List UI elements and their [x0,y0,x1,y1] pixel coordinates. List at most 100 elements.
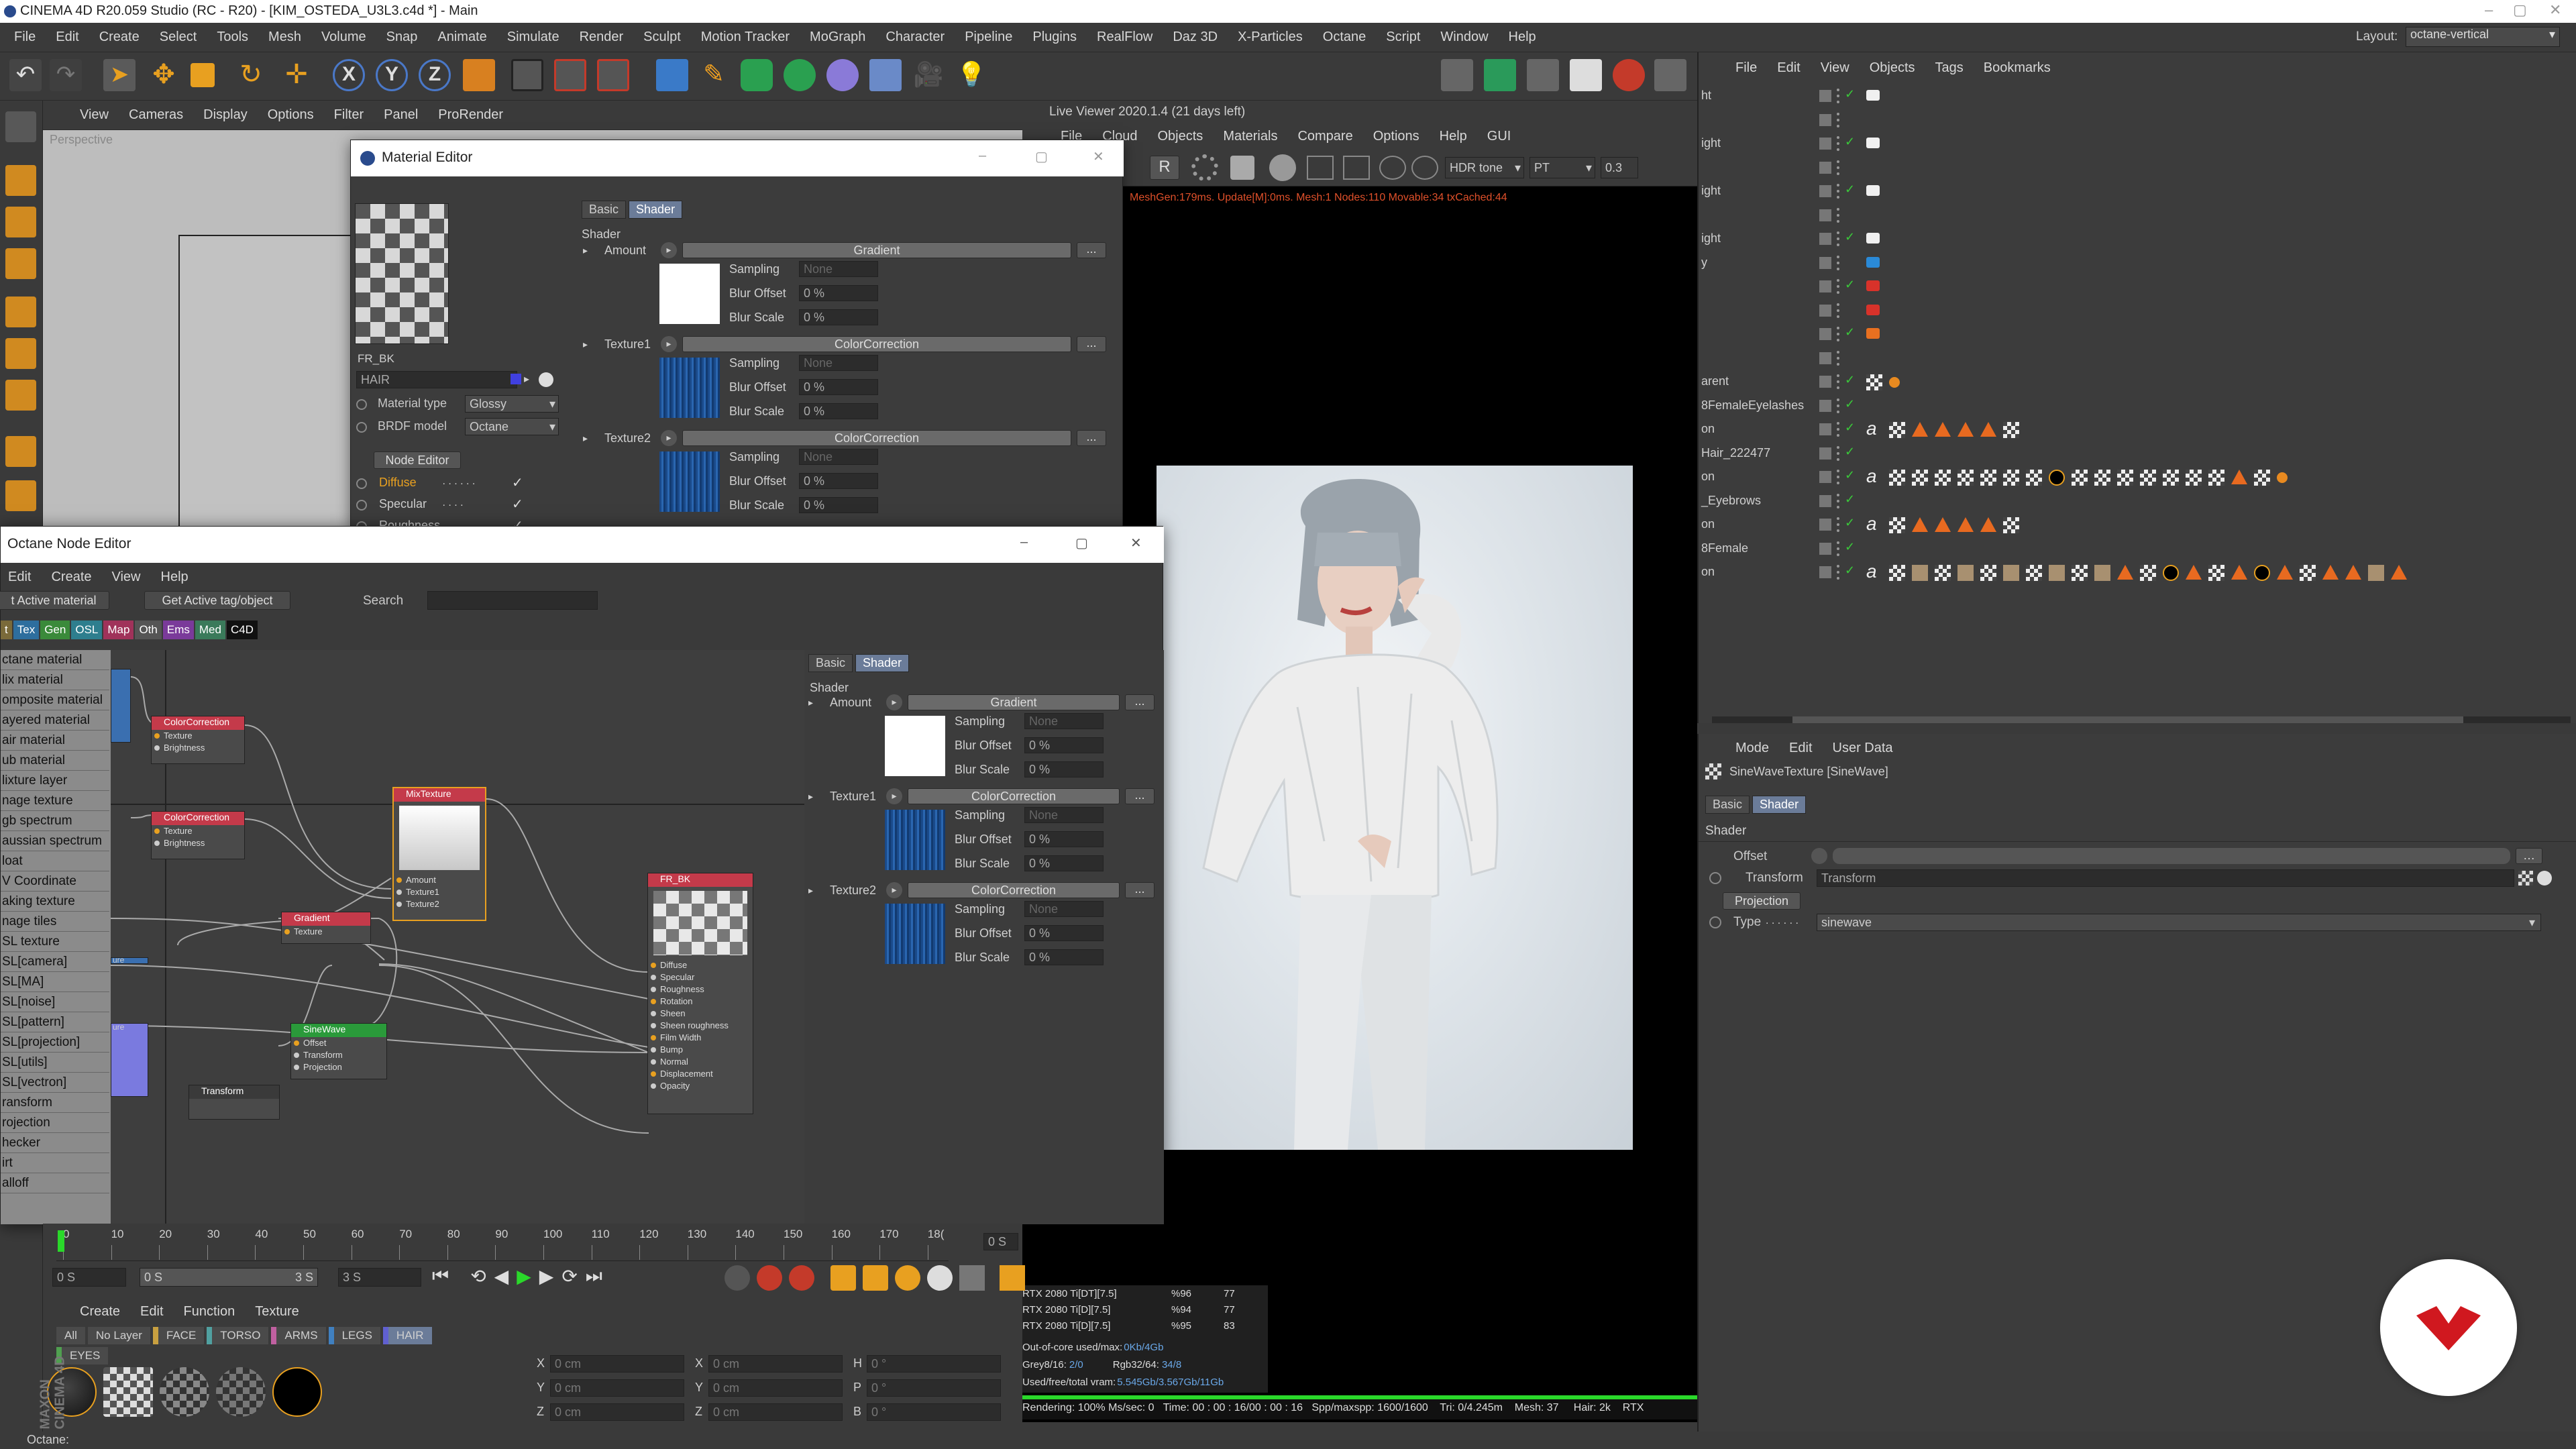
visibility-dots-icon[interactable] [1837,445,1841,461]
attr-menu-user-data[interactable]: User Data [1823,741,1903,756]
render-image[interactable] [1157,466,1633,1150]
hdr-tone-dropdown[interactable]: HDR tone ▾ [1445,157,1524,178]
hair-tag-icon[interactable] [1980,422,1996,437]
position-key-icon[interactable] [830,1265,856,1291]
coordinate-system-icon[interactable] [463,59,495,91]
shader-param-field[interactable]: 0 % [1024,831,1104,847]
visibility-dots-icon[interactable] [1837,160,1841,175]
node-type-item[interactable]: lix material [1,670,109,690]
layer-tab[interactable]: ARMS [271,1327,326,1344]
undo-icon[interactable]: ↶ [9,59,42,91]
pause-icon[interactable] [1269,154,1296,181]
viewport-menu-cameras[interactable]: Cameras [119,107,193,123]
node-port[interactable]: Rotation [648,996,753,1008]
node-category-tab[interactable]: Oth [135,621,162,639]
texture-tag-icon[interactable] [1889,565,1905,581]
menu-create[interactable]: Create [89,30,150,45]
texture-tag-icon[interactable] [2208,565,2224,581]
texture-preview-swatch[interactable] [659,358,720,418]
obj-menu-tags[interactable]: Tags [1925,60,1974,76]
node-port[interactable]: Bump [648,1044,753,1056]
alembic-tag-icon[interactable]: a [1866,561,1877,582]
menu-edit[interactable]: Edit [46,30,89,45]
object-manager-scrollbar[interactable] [1712,716,2571,723]
shader-slot-more-button[interactable]: ... [1125,882,1155,898]
port-dot-icon[interactable] [396,877,402,883]
black-material-tag-icon[interactable] [2163,565,2179,581]
floor-icon[interactable] [869,59,902,91]
node-type-item[interactable]: SL[projection] [1,1032,109,1053]
shader-slot-more-button[interactable]: ... [1125,694,1155,710]
hair-tag-icon[interactable] [1935,517,1951,532]
visibility-dots-icon[interactable] [1837,136,1841,151]
menu-mesh[interactable]: Mesh [258,30,311,45]
node-type-item[interactable]: SL texture [1,932,109,952]
autokey-icon[interactable] [757,1265,782,1291]
node-maximize-icon[interactable]: ▢ [1075,535,1088,551]
scale-key-icon[interactable] [863,1265,888,1291]
channel-radio[interactable] [356,500,367,511]
prev-key-icon[interactable]: ⟲ [470,1265,486,1287]
node-category-tab[interactable]: Tex [13,621,40,639]
next-frame-icon[interactable]: ▶ [539,1265,554,1287]
gradient-preview-swatch[interactable] [885,716,945,776]
enabled-check-icon[interactable]: ✓ [1845,492,1855,506]
keyframe-selection-icon[interactable] [789,1265,814,1291]
hair-layer-field[interactable]: HAIR [356,371,517,388]
node-type-item[interactable]: ayered material [1,710,109,731]
layer-arrow-icon[interactable]: ▸ [524,372,529,386]
node-type-item[interactable]: nage tiles [1,912,109,932]
mated-minimize-icon[interactable]: – [979,148,986,164]
object-row[interactable] [1699,156,2564,179]
texture-tag-icon[interactable] [1912,470,1928,486]
start-frame-field[interactable]: 0 S [52,1268,126,1287]
viewport-menu-filter[interactable]: Filter [324,107,374,123]
node-type-item[interactable]: lixture layer [1,771,109,791]
node-type-item[interactable]: ctane material [1,650,109,670]
transform-field[interactable]: Transform [1817,869,2514,887]
mated-tab-basic[interactable]: Basic [582,201,627,219]
material-swatch-5[interactable] [272,1367,322,1417]
layer-edit-icon[interactable] [1819,519,1831,531]
end-frame-field[interactable]: 3 S [338,1268,421,1287]
layer-edit-icon[interactable] [1819,494,1831,507]
node-menu-create[interactable]: Create [41,570,101,585]
enabled-check-icon[interactable]: ✓ [1845,182,1855,197]
shader-slot-more-button[interactable]: ... [1077,430,1106,446]
deformer-icon[interactable] [826,59,859,91]
shader-slot-button[interactable]: ColorCorrection [908,882,1120,898]
shader-expand-icon[interactable]: ▸ [808,885,813,896]
hair-tag-icon[interactable] [2391,565,2407,580]
layer-edit-icon[interactable] [1819,352,1831,364]
next-key-icon[interactable]: ⟳ [561,1265,577,1287]
visibility-dots-icon[interactable] [1837,207,1841,223]
layer-picker-icon[interactable] [539,372,553,387]
visibility-dots-icon[interactable] [1837,303,1841,318]
node-port[interactable]: Texture [152,730,244,742]
layer-tab[interactable]: FACE [152,1327,205,1344]
layout-dropdown[interactable]: octane-vertical ▾ [2406,27,2560,47]
shader-slot-arrow-icon[interactable]: ▸ [886,788,902,804]
object-row[interactable] [1699,347,2564,370]
axis-mode-icon[interactable] [5,436,36,467]
object-row[interactable]: on ✓ a [1699,466,2564,488]
playhead[interactable] [58,1230,64,1252]
node-type-item[interactable]: SL[vectron] [1,1073,109,1093]
obj-menu-objects[interactable]: Objects [1860,60,1925,76]
obj-menu-edit[interactable]: Edit [1767,60,1810,76]
texture-tag-icon[interactable] [1935,565,1951,581]
mixtexture-node[interactable]: MixTexture Amount Texture1 Texture2 [392,787,486,921]
cube-icon[interactable] [656,59,688,91]
node-type-item[interactable]: ransform [1,1093,109,1113]
texture-tag-icon[interactable] [2117,470,2133,486]
octane-toolbar-icon-4[interactable] [1570,59,1602,91]
settings-gear-icon[interactable] [1191,154,1218,181]
shader-param-field[interactable]: 0 % [799,285,878,301]
menu-select[interactable]: Select [150,30,207,45]
viewport-menu-prorender[interactable]: ProRender [428,107,513,123]
offset-field[interactable] [1833,848,2510,864]
node-type-item[interactable]: SL[utils] [1,1053,109,1073]
timeline-window-icon[interactable] [1000,1265,1025,1291]
texture-tag-icon[interactable] [1866,374,1882,390]
layer-edit-icon[interactable] [1819,328,1831,340]
